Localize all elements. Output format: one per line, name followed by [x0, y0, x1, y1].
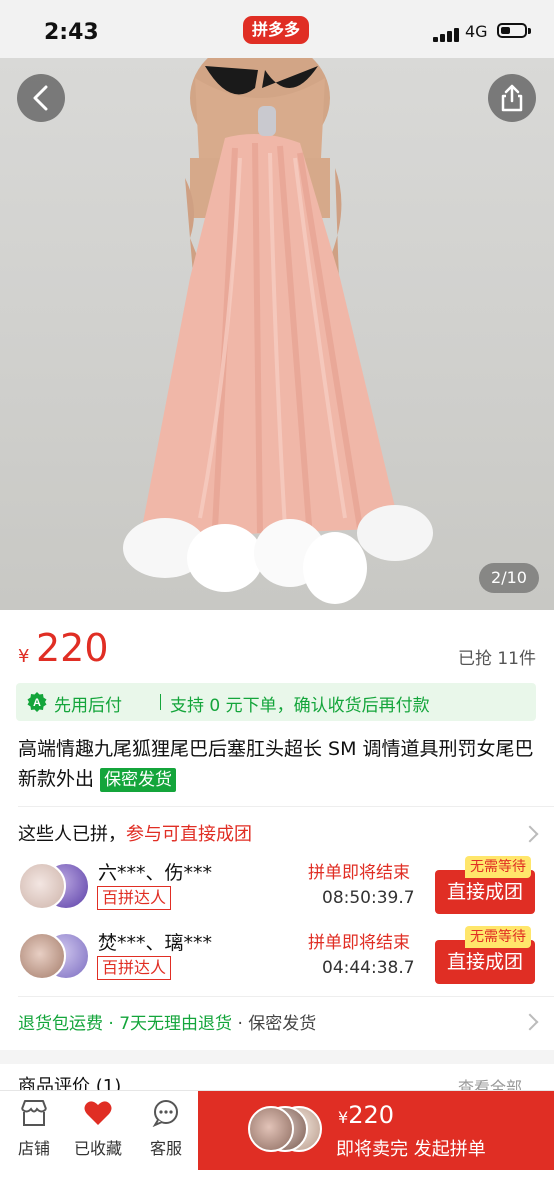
group-avatars [18, 932, 90, 980]
product-title: 高端情趣九尾狐狸尾巴后塞肛头超长 SM 调情道具刑罚女尾巴新款外出 保密发货 [18, 734, 538, 794]
heart-icon [84, 1101, 112, 1125]
group-status: 拼单即将结束 [308, 863, 410, 883]
network-label: 4G [465, 22, 488, 41]
currency-symbol: ¥ [18, 646, 30, 667]
sold-count: 已抢 11件 [457, 649, 536, 669]
avatar [18, 862, 66, 910]
chevron-right-icon [521, 825, 539, 843]
bottom-action-bar: 店铺 已收藏 客服 ¥220 即将卖完 发起拼单 [0, 1090, 554, 1171]
store-label: 店铺 [17, 1139, 50, 1158]
buy-label: 即将卖完 发起拼单 [336, 1139, 486, 1160]
no-wait-tag: 无需等待 [465, 856, 531, 878]
avatar [248, 1106, 294, 1152]
svg-text:A: A [33, 697, 41, 709]
signal-icon [433, 26, 463, 42]
customer-service-label: 客服 [149, 1139, 182, 1158]
no-wait-tag: 无需等待 [465, 926, 531, 948]
group-countdown: 08:50:39.7 [322, 888, 415, 908]
service-7day-return: 7天无理由退货 [119, 1014, 233, 1034]
gallery-page-indicator: 2/10 [479, 563, 539, 593]
back-arrow-icon [33, 85, 48, 111]
start-group-buy-button[interactable]: ¥220 即将卖完 发起拼单 [198, 1091, 554, 1171]
group-avatars [18, 862, 90, 910]
service-free-return-shipping: 退货包运费 [18, 1014, 103, 1034]
pay-later-desc: 支持 0 元下单，确认收货后再付款 [170, 696, 430, 716]
group-status: 拼单即将结束 [308, 933, 410, 953]
buy-currency: ¥ [338, 1108, 349, 1127]
group-buy-header-highlight: 参与可直接成团 [126, 824, 252, 845]
store-icon [21, 1100, 47, 1126]
share-icon [501, 84, 523, 112]
favorite-tab[interactable]: 已收藏 [72, 1099, 124, 1159]
buy-price-value: 220 [348, 1101, 394, 1129]
chat-bubble-icon [152, 1100, 178, 1128]
product-photo-illustration [123, 58, 433, 604]
store-tab[interactable]: 店铺 [8, 1099, 60, 1159]
status-time: 2:43 [44, 20, 99, 45]
app-badge: 拼多多 [243, 16, 309, 44]
share-button[interactable] [488, 74, 536, 122]
battery-icon [497, 23, 527, 38]
service-secret-shipping: 保密发货 [248, 1014, 317, 1034]
group-row: 焚***、璃*** 百拼达人 拼单即将结束 04:44:38.7 直接成团 无需… [18, 926, 538, 988]
service-guarantees[interactable]: 退货包运费 · 7天无理由退货 · 保密发货 [18, 1009, 316, 1034]
member-badge: 百拼达人 [97, 956, 172, 980]
back-button[interactable] [17, 74, 65, 122]
product-image[interactable] [0, 58, 554, 610]
group-buy-header[interactable]: 这些人已拼，参与可直接成团 [18, 820, 252, 846]
pay-later-icon: A [27, 692, 47, 712]
buyer-avatars [248, 1106, 328, 1152]
price-row: ¥ 220 已抢 11件 [18, 626, 536, 676]
pay-later-bar[interactable]: A 先用后付 支持 0 元下单，确认收货后再付款 [16, 683, 536, 721]
member-badge: 百拼达人 [97, 886, 172, 910]
product-title-text: 高端情趣九尾狐狸尾巴后塞肛头超长 SM 调情道具刑罚女尾巴新款外出 [18, 738, 534, 790]
favorite-label: 已收藏 [73, 1139, 122, 1158]
status-bar: 2:43 拼多多 4G [0, 0, 554, 58]
price-amount: 220 [36, 626, 109, 670]
group-member-names: 焚***、璃*** [98, 932, 213, 954]
pay-later-title: 先用后付 [54, 696, 122, 716]
group-countdown: 04:44:38.7 [322, 958, 415, 978]
customer-service-tab[interactable]: 客服 [140, 1099, 192, 1159]
group-row: 六***、伤*** 百拼达人 拼单即将结束 08:50:39.7 直接成团 无需… [18, 856, 538, 918]
group-buy-header-prefix: 这些人已拼， [18, 824, 126, 845]
group-member-names: 六***、伤*** [98, 862, 213, 884]
chevron-right-icon [521, 1013, 539, 1031]
secret-shipping-tag: 保密发货 [100, 768, 177, 792]
buy-price: ¥220 [338, 1101, 394, 1129]
avatar [18, 932, 66, 980]
